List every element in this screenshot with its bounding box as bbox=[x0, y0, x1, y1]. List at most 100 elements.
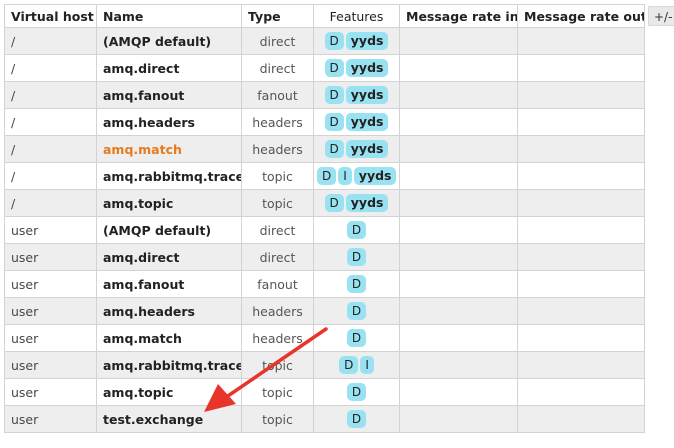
features-cell: D bbox=[313, 324, 400, 352]
virtual-host-cell: user bbox=[4, 378, 97, 406]
table-row: / (AMQP default) direct Dyyds bbox=[4, 27, 645, 55]
table-body: / (AMQP default) direct Dyyds / amq.direct dir… bbox=[4, 27, 645, 433]
table-row: / amq.fanout fanout Dyyds bbox=[4, 81, 645, 109]
exchange-type-cell: topic bbox=[241, 405, 314, 433]
exchange-type-cell: topic bbox=[241, 378, 314, 406]
exchange-name-link[interactable]: amq.match bbox=[96, 135, 242, 163]
message-rate-in-cell bbox=[399, 162, 518, 190]
features-cell: D bbox=[313, 216, 400, 244]
feature-badge: D bbox=[324, 59, 344, 77]
message-rate-in-cell bbox=[399, 297, 518, 325]
feature-badge: D bbox=[324, 113, 344, 131]
table-row: / amq.topic topic Dyyds bbox=[4, 189, 645, 217]
exchange-type-cell: headers bbox=[241, 324, 314, 352]
exchange-type-cell: topic bbox=[241, 189, 314, 217]
message-rate-out-cell bbox=[517, 243, 645, 271]
message-rate-out-cell bbox=[517, 162, 645, 190]
message-rate-out-cell bbox=[517, 135, 645, 163]
exchange-name-link[interactable]: amq.rabbitmq.trace bbox=[96, 162, 242, 190]
virtual-host-cell: / bbox=[4, 162, 97, 190]
exchange-name-link[interactable]: amq.topic bbox=[96, 189, 242, 217]
table-row: user amq.headers headers D bbox=[4, 297, 645, 325]
message-rate-in-cell bbox=[399, 378, 518, 406]
virtual-host-cell: / bbox=[4, 54, 97, 82]
exchange-type-cell: direct bbox=[241, 243, 314, 271]
exchange-type-cell: direct bbox=[241, 216, 314, 244]
virtual-host-cell: / bbox=[4, 27, 97, 55]
virtual-host-cell: user bbox=[4, 270, 97, 298]
virtual-host-cell: / bbox=[4, 108, 97, 136]
message-rate-in-cell bbox=[399, 189, 518, 217]
message-rate-out-cell bbox=[517, 216, 645, 244]
table-row: / amq.rabbitmq.trace topic D Iyyds bbox=[4, 162, 645, 190]
header-message-rate-out: Message rate out bbox=[517, 4, 645, 28]
exchange-name-link[interactable]: amq.headers bbox=[96, 108, 242, 136]
exchange-name-link[interactable]: test.exchange bbox=[96, 405, 242, 433]
virtual-host-cell: / bbox=[4, 189, 97, 217]
exchange-name-link[interactable]: (AMQP default) bbox=[96, 27, 242, 55]
message-rate-in-cell bbox=[399, 351, 518, 379]
exchange-name-link[interactable]: amq.rabbitmq.trace bbox=[96, 351, 242, 379]
header-message-rate-in: Message rate in bbox=[399, 4, 518, 28]
exchange-name-link[interactable]: amq.fanout bbox=[96, 270, 242, 298]
virtual-host-cell: / bbox=[4, 81, 97, 109]
feature-badge: yyds bbox=[345, 194, 389, 212]
features-cell: D bbox=[313, 270, 400, 298]
virtual-host-cell: user bbox=[4, 405, 97, 433]
header-name[interactable]: Name bbox=[96, 4, 242, 28]
virtual-host-cell: user bbox=[4, 324, 97, 352]
feature-badge: yyds bbox=[345, 113, 389, 131]
feature-badge: D bbox=[346, 302, 367, 320]
message-rate-out-cell bbox=[517, 27, 645, 55]
exchange-name-link[interactable]: amq.match bbox=[96, 324, 242, 352]
exchange-name-link[interactable]: amq.topic bbox=[96, 378, 242, 406]
feature-badge: D bbox=[346, 248, 367, 266]
table-row: user amq.rabbitmq.trace topic D I bbox=[4, 351, 645, 379]
exchange-type-cell: headers bbox=[241, 135, 314, 163]
table-row: user amq.match headers D bbox=[4, 324, 645, 352]
feature-badge: D bbox=[324, 194, 344, 212]
features-cell: D bbox=[313, 297, 400, 325]
feature-badge: D bbox=[346, 275, 367, 293]
virtual-host-cell: user bbox=[4, 351, 97, 379]
header-type[interactable]: Type bbox=[241, 4, 314, 28]
message-rate-out-cell bbox=[517, 351, 645, 379]
table-row: / amq.headers headers Dyyds bbox=[4, 108, 645, 136]
message-rate-in-cell bbox=[399, 54, 518, 82]
message-rate-out-cell bbox=[517, 54, 645, 82]
exchange-type-cell: headers bbox=[241, 108, 314, 136]
message-rate-in-cell bbox=[399, 135, 518, 163]
exchange-type-cell: fanout bbox=[241, 270, 314, 298]
feature-badge: D bbox=[346, 221, 367, 239]
message-rate-in-cell bbox=[399, 324, 518, 352]
message-rate-out-cell bbox=[517, 189, 645, 217]
exchange-type-cell: headers bbox=[241, 297, 314, 325]
exchange-type-cell: fanout bbox=[241, 81, 314, 109]
exchange-name-link[interactable]: (AMQP default) bbox=[96, 216, 242, 244]
feature-badge: I bbox=[360, 356, 374, 374]
message-rate-in-cell bbox=[399, 243, 518, 271]
virtual-host-cell: user bbox=[4, 297, 97, 325]
exchange-name-link[interactable]: amq.headers bbox=[96, 297, 242, 325]
table-row: / amq.direct direct Dyyds bbox=[4, 54, 645, 82]
features-cell: D bbox=[313, 405, 400, 433]
features-cell: Dyyds bbox=[313, 54, 400, 82]
features-cell: DI bbox=[313, 351, 400, 379]
column-toggle-button[interactable]: +/- bbox=[648, 6, 674, 26]
message-rate-out-cell bbox=[517, 81, 645, 109]
message-rate-out-cell bbox=[517, 270, 645, 298]
exchange-type-cell: topic bbox=[241, 162, 314, 190]
header-virtual-host[interactable]: Virtual host bbox=[4, 4, 97, 28]
exchange-name-link[interactable]: amq.direct bbox=[96, 243, 242, 271]
features-cell: Dyyds bbox=[313, 81, 400, 109]
virtual-host-cell: user bbox=[4, 216, 97, 244]
feature-badge: yyds bbox=[345, 86, 389, 104]
table-row: user amq.topic topic D bbox=[4, 378, 645, 406]
message-rate-in-cell bbox=[399, 81, 518, 109]
message-rate-out-cell bbox=[517, 297, 645, 325]
exchange-name-link[interactable]: amq.direct bbox=[96, 54, 242, 82]
message-rate-in-cell bbox=[399, 108, 518, 136]
table-row: / amq.match headers Dyyds bbox=[4, 135, 645, 163]
features-cell: D bbox=[313, 378, 400, 406]
exchange-name-link[interactable]: amq.fanout bbox=[96, 81, 242, 109]
